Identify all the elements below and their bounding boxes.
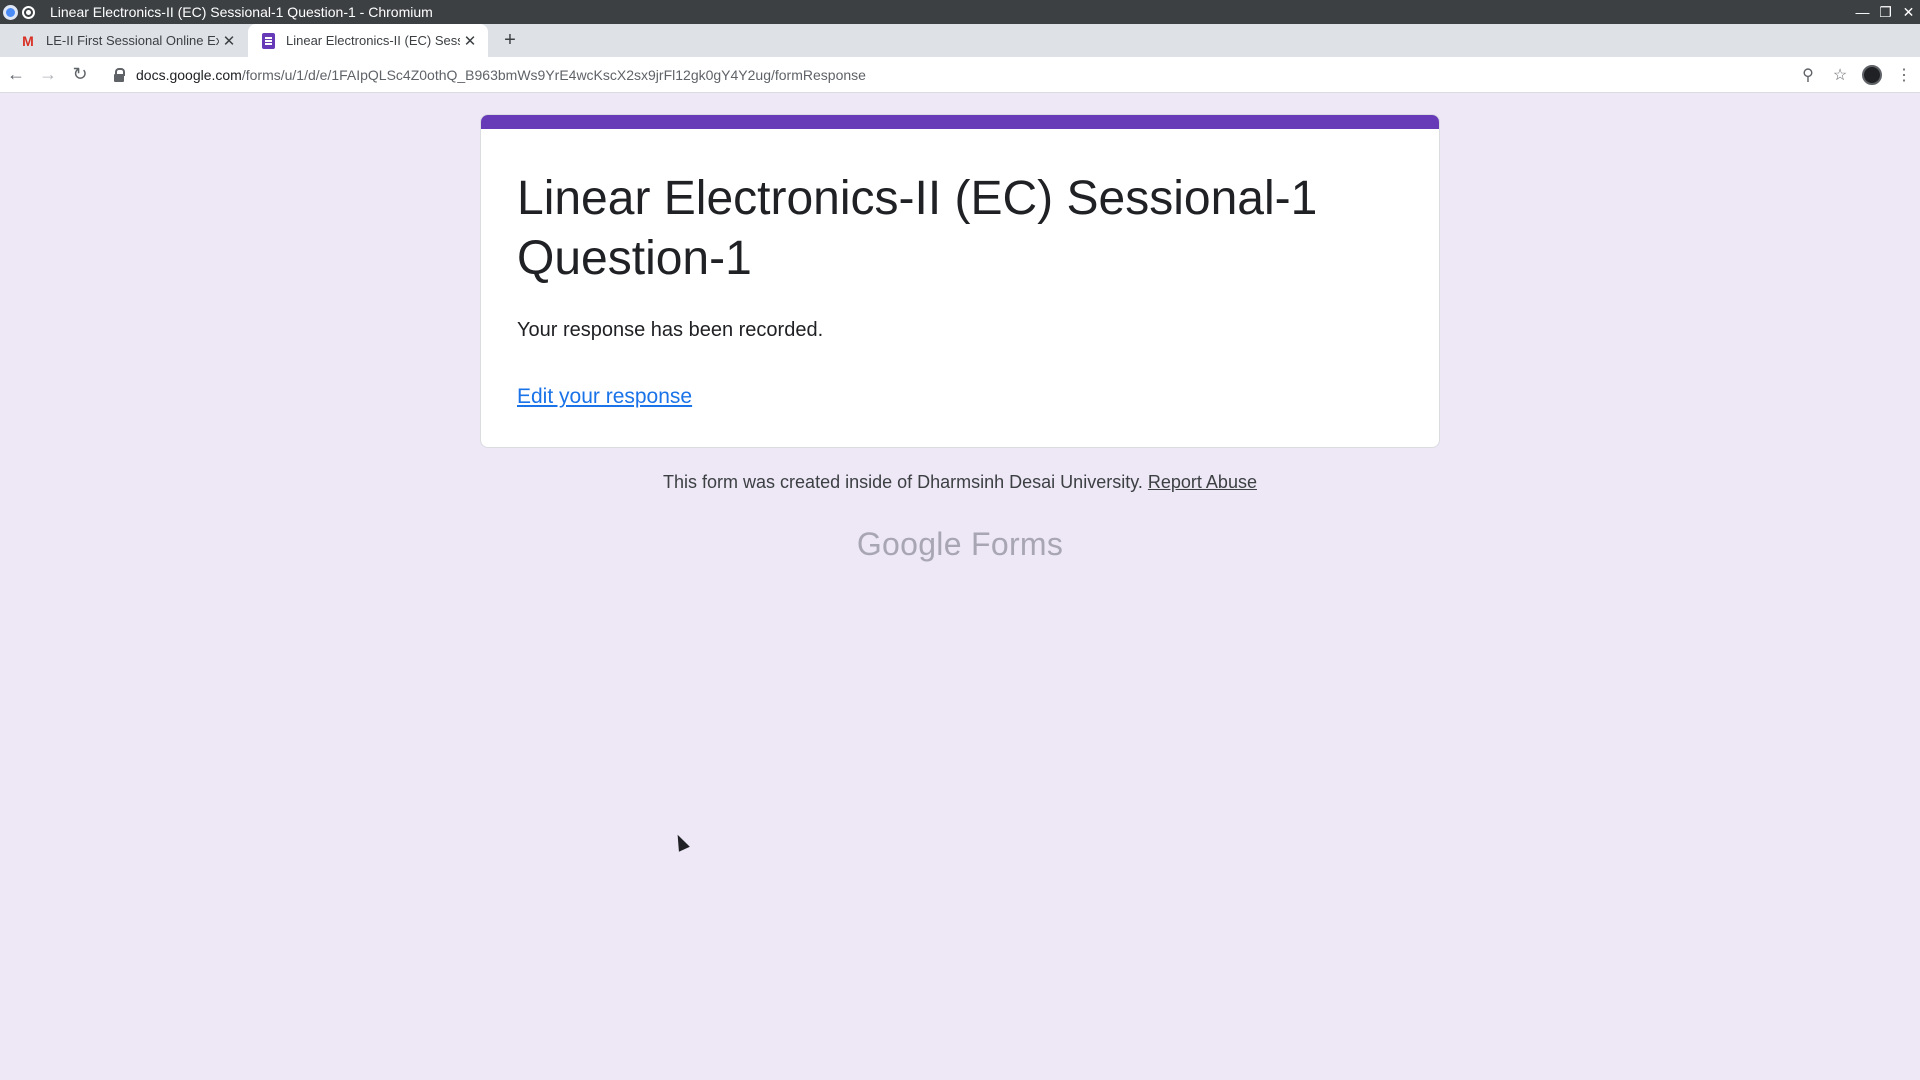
browser-toolbar: ← → ↻ docs.google.com/forms/u/1/d/e/1FAI… — [0, 57, 1920, 93]
url-path: /forms/u/1/d/e/1FAIpQLSc4Z0othQ_B963bmWs… — [241, 67, 866, 83]
address-bar[interactable]: docs.google.com/forms/u/1/d/e/1FAIpQLSc4… — [112, 61, 1840, 89]
tab-gmail[interactable]: M LE-II First Sessional Online Ex ✕ — [0, 24, 247, 57]
google-forms-logo[interactable]: Google Forms — [0, 526, 1920, 563]
tab-label: LE-II First Sessional Online Ex — [46, 33, 219, 48]
brand-google: Google — [856, 526, 962, 562]
edit-response-link[interactable]: Edit your response — [517, 385, 692, 409]
profile-avatar[interactable] — [1856, 59, 1888, 91]
bookmark-star-icon[interactable]: ☆ — [1824, 59, 1856, 91]
maximize-icon[interactable]: ❐ — [1874, 0, 1897, 24]
zoom-icon[interactable]: ⚲ — [1792, 59, 1824, 91]
pin-icon — [22, 5, 35, 19]
tab-forms[interactable]: Linear Electronics-II (EC) Sess ✕ — [248, 24, 488, 57]
tab-label: Linear Electronics-II (EC) Sess — [286, 33, 460, 48]
window-title: Linear Electronics-II (EC) Sessional-1 Q… — [50, 4, 433, 20]
avatar — [1862, 65, 1882, 85]
gmail-icon: M — [22, 32, 34, 49]
footer-note: This form was created inside of Dharmsin… — [0, 472, 1920, 493]
mouse-cursor — [672, 832, 690, 852]
chromium-icon — [3, 4, 18, 20]
footer-note-text: This form was created inside of Dharmsin… — [663, 472, 1143, 492]
forms-icon — [260, 32, 276, 49]
url-host: docs.google.com — [136, 67, 242, 83]
card-accent-bar — [481, 115, 1439, 129]
confirmation-message: Your response has been recorded. — [517, 319, 824, 341]
window-title-bar: Linear Electronics-II (EC) Sessional-1 Q… — [0, 0, 1920, 24]
minimize-icon[interactable]: — — [1851, 0, 1874, 24]
toolbar-actions: ⚲ ☆ ⋮ — [1792, 57, 1920, 93]
lock-icon[interactable] — [112, 68, 126, 82]
tab-close-icon[interactable]: ✕ — [219, 32, 239, 50]
window-controls: — ❐ ✕ — [1851, 0, 1920, 24]
close-icon[interactable]: ✕ — [1897, 0, 1920, 24]
report-abuse-link[interactable]: Report Abuse — [1148, 472, 1257, 492]
tab-close-icon[interactable]: ✕ — [460, 32, 480, 50]
back-icon[interactable]: ← — [0, 59, 32, 91]
forward-icon[interactable]: → — [32, 59, 64, 91]
app-icons — [0, 4, 50, 20]
new-tab-icon[interactable]: + — [498, 28, 522, 52]
reload-icon[interactable]: ↻ — [64, 59, 96, 91]
tab-strip: M LE-II First Sessional Online Ex ✕ Line… — [0, 24, 1920, 57]
brand-product: Forms — [971, 526, 1064, 562]
menu-icon[interactable]: ⋮ — [1888, 59, 1920, 91]
form-title: Linear Electronics-II (EC) Sessional-1 Q… — [517, 172, 1318, 285]
confirmation-card: Linear Electronics-II (EC) Sessional-1 Q… — [480, 114, 1440, 448]
